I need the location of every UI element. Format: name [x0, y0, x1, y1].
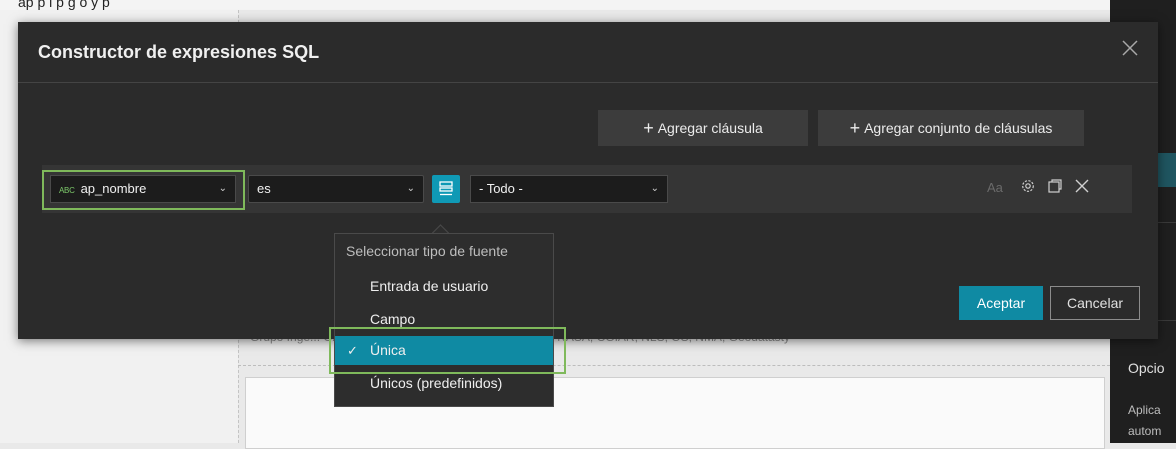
header-divider: [18, 82, 1158, 83]
field-select-highlight: [42, 170, 245, 210]
right-panel-text: Opcio: [1128, 360, 1165, 376]
source-type-button[interactable]: [432, 175, 460, 203]
plus-icon: +: [849, 118, 861, 138]
dialog-title: Constructor de expresiones SQL: [38, 42, 320, 62]
chevron-down-icon: ⌄: [406, 183, 415, 194]
close-icon[interactable]: [1118, 36, 1142, 60]
source-option-user-input[interactable]: Entrada de usuario: [335, 272, 553, 301]
delete-clause-icon[interactable]: [1074, 178, 1090, 199]
add-clause-set-label: Agregar conjunto de cláusulas: [864, 120, 1053, 136]
case-sensitive-icon[interactable]: Aa: [987, 178, 1003, 198]
duplicate-icon[interactable]: [1047, 178, 1063, 199]
selected-option-highlight: [329, 327, 566, 374]
plus-icon: +: [643, 118, 654, 138]
add-clause-label: Agregar cláusula: [657, 120, 763, 136]
accept-button[interactable]: Aceptar: [959, 286, 1043, 320]
add-clause-button[interactable]: + Agregar cláusula: [598, 110, 808, 146]
value-value: - Todo -: [479, 181, 523, 196]
source-type-dropdown: Seleccionar tipo de fuente Entrada de us…: [334, 233, 554, 407]
cancel-button[interactable]: Cancelar: [1050, 286, 1140, 320]
list-icon: [439, 181, 453, 196]
operator-value: es: [257, 181, 271, 196]
right-panel-text: Aplica: [1128, 403, 1161, 417]
add-clause-set-button[interactable]: + Agregar conjunto de cláusulas: [818, 110, 1084, 146]
chevron-down-icon: ⌄: [650, 183, 659, 194]
operator-select[interactable]: es ⌄: [248, 175, 424, 203]
right-panel-text: autom: [1128, 424, 1162, 438]
background-top-text: ap p i p g ó y p: [18, 0, 110, 10]
background-top-strip: ap p i p g ó y p: [0, 0, 1176, 10]
dropdown-header: Seleccionar tipo de fuente: [346, 243, 508, 259]
value-select[interactable]: - Todo - ⌄: [470, 175, 668, 203]
gear-icon[interactable]: [1020, 178, 1036, 199]
